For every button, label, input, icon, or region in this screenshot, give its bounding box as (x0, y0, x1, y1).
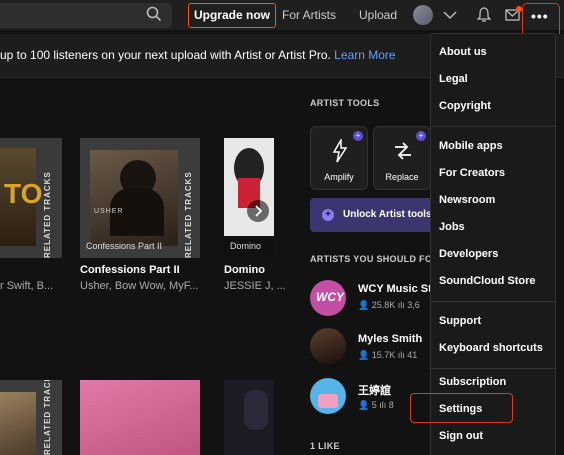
tool-label: Amplify (324, 172, 354, 182)
waveform-icon: ılı (395, 350, 408, 360)
waveform-icon: ılı (395, 300, 408, 310)
menu-item-developers[interactable]: Developers (439, 248, 498, 260)
likes-title: 1 LIKE (310, 441, 340, 451)
upload-link[interactable]: Upload (359, 8, 397, 22)
learn-more-link[interactable]: Learn More (334, 48, 395, 62)
amplify-tool-card[interactable]: + Amplify (310, 126, 368, 190)
track-card-art[interactable]: Domino (224, 138, 274, 258)
menu-item-jobs[interactable]: Jobs (439, 221, 465, 233)
artist-avatar[interactable] (310, 378, 346, 414)
bell-icon[interactable] (477, 7, 491, 23)
related-tracks-label: RELATED TRACKS (43, 171, 52, 258)
menu-item-keyboard-shortcuts[interactable]: Keyboard shortcuts (439, 342, 543, 354)
banner-text: up to 100 listeners on your next upload … (0, 48, 396, 62)
more-icon: ••• (531, 8, 549, 24)
track-subtitle[interactable]: Usher, Bow Wow, MyF... (80, 280, 198, 292)
for-artists-link[interactable]: For Artists (282, 8, 336, 22)
artist-name[interactable]: WCY Music St (358, 283, 432, 295)
unlock-label: Unlock Artist tools f (343, 209, 438, 220)
plus-badge: + (353, 131, 363, 141)
menu-item-legal[interactable]: Legal (439, 73, 468, 85)
menu-divider (431, 368, 555, 369)
waveform-icon: ılı (376, 400, 389, 410)
menu-item-subscription[interactable]: Subscription (439, 376, 506, 388)
menu-item-newsroom[interactable]: Newsroom (439, 194, 495, 206)
artist-avatar[interactable] (310, 328, 346, 364)
track-card-art[interactable]: RELATED TRACKS (0, 380, 62, 455)
user-icon: 👤 (358, 400, 372, 410)
menu-item-for-creators[interactable]: For Creators (439, 167, 505, 179)
next-arrow-button[interactable] (247, 200, 269, 222)
chevron-right-icon (255, 205, 263, 217)
art-caption: Domino (230, 241, 262, 251)
chevron-down-icon[interactable] (443, 10, 457, 20)
menu-item-support[interactable]: Support (439, 315, 481, 327)
search-icon[interactable] (146, 6, 162, 22)
top-header: Upgrade now For Artists Upload (0, 0, 564, 30)
artist-stats: 👤 5 ılı 8 (358, 400, 394, 410)
user-avatar[interactable] (413, 5, 433, 25)
track-card-art[interactable] (80, 380, 200, 455)
artist-stats: 👤 15.7K ılı 41 (358, 350, 418, 360)
track-title[interactable]: Confessions Part II (80, 264, 180, 276)
user-icon: 👤 (358, 350, 372, 360)
track-card-art[interactable]: TO RELATED TRACKS (0, 138, 62, 258)
track-card-art[interactable]: USHER Confessions Part II RELATED TRACKS (80, 138, 200, 258)
track-card-art[interactable] (224, 380, 274, 455)
settings-highlight-box (410, 393, 513, 423)
artist-avatar[interactable]: WCY (310, 280, 346, 316)
related-tracks-label: RELATED TRACKS (43, 380, 52, 455)
tool-label: Replace (385, 172, 419, 182)
plus-badge: + (416, 131, 426, 141)
album-art-text: USHER (94, 208, 124, 215)
track-title[interactable]: Domino (224, 264, 265, 276)
menu-divider (431, 301, 555, 302)
artist-name[interactable]: Myles Smith (358, 333, 422, 345)
related-tracks-label: RELATED TRACKS (184, 171, 193, 258)
track-subtitle[interactable]: r Swift, B... (0, 280, 53, 292)
unlock-artist-tools-button[interactable]: + Unlock Artist tools f (310, 198, 438, 232)
artist-stats: 👤 25.8K ılı 3,6 (358, 300, 420, 310)
track-subtitle[interactable]: JESSIE J, ... (224, 280, 286, 292)
artist-tools-title: ARTIST TOOLS (310, 98, 380, 108)
menu-item-store[interactable]: SoundCloud Store (439, 275, 536, 287)
menu-item-about[interactable]: About us (439, 46, 487, 58)
art-caption: Confessions Part II (86, 241, 163, 251)
user-icon: 👤 (358, 300, 372, 310)
menu-item-copyright[interactable]: Copyright (439, 100, 491, 112)
suggested-artists-title: ARTISTS YOU SHOULD FOL (310, 254, 438, 264)
menu-divider (431, 126, 555, 127)
amplify-icon (332, 139, 348, 163)
menu-item-sign-out[interactable]: Sign out (439, 430, 483, 442)
plus-circle-icon: + (322, 209, 334, 221)
artist-name[interactable]: 王婷誼 (358, 382, 391, 398)
more-dropdown-menu: About us Legal Copyright Mobile apps For… (430, 33, 556, 455)
replace-tool-card[interactable]: + Replace (373, 126, 431, 190)
upgrade-button[interactable]: Upgrade now (188, 3, 276, 28)
replace-icon (395, 142, 411, 160)
menu-item-mobile-apps[interactable]: Mobile apps (439, 140, 503, 152)
